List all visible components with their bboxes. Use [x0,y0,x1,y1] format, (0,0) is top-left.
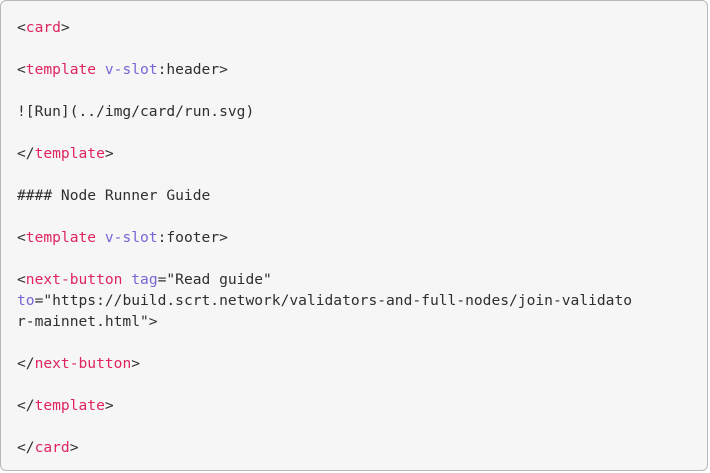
punctuation: </ [17,397,35,414]
attribute-name: to [17,292,35,309]
code-block: <card> <template v-slot:header> ![Run](.… [0,0,708,471]
code-line-template-close: </template> [17,143,691,164]
punctuation: < [17,229,26,246]
code-line-template-close-2: </template> [17,395,691,416]
code-line-template-header: <template v-slot:header> [17,59,691,80]
tag-name: template [25,229,97,246]
code-line-card-open: <card> [17,17,691,38]
attribute-rest: :header> [157,61,228,78]
tag-name: template [25,61,97,78]
punctuation: </ [17,439,35,456]
attribute-rest: :footer> [157,229,228,246]
attribute-value: ="https://build.scrt.network/validators-… [34,292,633,309]
attribute-value-continued: r-mainnet.html"> [17,313,158,330]
code-line-card-close: </card> [17,437,691,458]
code-line-template-footer: <template v-slot:footer> [17,227,691,248]
code-line-next-button-to: to="https://build.scrt.network/validator… [17,290,691,311]
punctuation: < [17,271,26,288]
tag-name: card [25,19,61,36]
code-line-image-markdown: ![Run](../img/card/run.svg) [17,103,255,120]
attribute-name: v-slot [104,61,158,78]
punctuation: > [131,355,141,372]
attribute-value: ="Read guide" [157,271,272,288]
punctuation: > [104,397,114,414]
tag-name: next-button [25,271,123,288]
punctuation: </ [17,355,35,372]
attribute-name: v-slot [104,229,158,246]
tag-name: next-button [34,355,132,372]
punctuation: > [104,145,114,162]
punctuation: > [60,19,70,36]
tag-name: template [34,145,105,162]
code-line-next-button-close: </next-button> [17,353,691,374]
tag-name: card [34,439,70,456]
code-line-heading: #### Node Runner Guide [17,187,211,204]
punctuation: > [69,439,79,456]
punctuation: < [17,61,26,78]
attribute-name: tag [131,271,158,288]
punctuation: </ [17,145,35,162]
punctuation: < [17,19,26,36]
code-line-next-button-open: <next-button tag="Read guide" [17,269,691,290]
tag-name: template [34,397,105,414]
code-line-next-button-to-cont: r-mainnet.html"> [17,311,691,332]
